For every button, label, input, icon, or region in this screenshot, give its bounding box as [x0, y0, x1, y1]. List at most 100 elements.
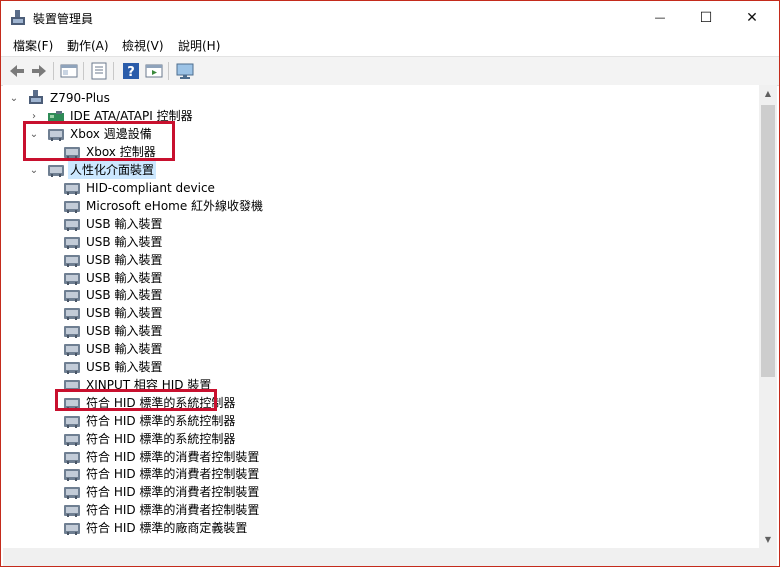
- close-button[interactable]: ✕: [729, 1, 775, 34]
- chevron-down-icon[interactable]: ⌄: [29, 165, 39, 176]
- tree-node-label: 人性化介面裝置: [68, 161, 157, 179]
- hid-device-icon: [64, 523, 80, 536]
- tree-node-hid-device[interactable]: USB 輸入裝置: [63, 322, 164, 340]
- hid-device-icon: [64, 487, 80, 500]
- run-icon[interactable]: [144, 61, 164, 81]
- details-icon[interactable]: [89, 61, 109, 81]
- window-title: 裝置管理員: [33, 12, 94, 26]
- tree-node-hid-device[interactable]: USB 輸入裝置: [63, 251, 164, 269]
- vertical-scrollbar[interactable]: ▲ ▼: [759, 85, 777, 548]
- tree-node-hid-device[interactable]: 符合 HID 標準的消費者控制裝置: [63, 483, 261, 501]
- hid-device-icon: [64, 308, 80, 321]
- tree-node-label: USB 輸入裝置: [86, 270, 163, 285]
- tree-node-root[interactable]: ⌄ Z790-Plus: [9, 89, 112, 107]
- forward-icon[interactable]: [29, 61, 49, 81]
- tree-node-label: USB 輸入裝置: [86, 306, 163, 321]
- tree-node-hid-device[interactable]: USB 輸入裝置: [63, 233, 164, 251]
- tree-node-hid-device[interactable]: Microsoft eHome 紅外線收發機: [63, 197, 265, 215]
- hid-device-icon: [64, 200, 80, 213]
- tree-node-label: USB 輸入裝置: [86, 216, 163, 231]
- toolbar: ?: [1, 56, 779, 86]
- tree-node-label: USB 輸入裝置: [86, 324, 163, 339]
- hid-device-icon: [64, 272, 80, 285]
- hid-device-icon: [64, 326, 80, 339]
- tree-node-hid-device[interactable]: 符合 HID 標準的消費者控制裝置: [63, 448, 261, 466]
- tree-node-hid-device[interactable]: USB 輸入裝置: [63, 304, 164, 322]
- hid-device-icon: [64, 433, 80, 446]
- tree-node-label: 符合 HID 標準的廠商定義裝置: [86, 521, 248, 536]
- tree-node-hid-device[interactable]: 符合 HID 標準的系統控制器: [63, 430, 237, 448]
- hid-device-icon: [64, 415, 80, 428]
- scrollbar-corner: [759, 548, 777, 566]
- tree-node-label: USB 輸入裝置: [86, 234, 163, 249]
- tree-node-hid-device[interactable]: USB 輸入裝置: [63, 340, 164, 358]
- hid-device-icon: [64, 505, 80, 518]
- menu-action[interactable]: 動作(A): [65, 37, 111, 54]
- highlight-box-xinput: [55, 389, 217, 411]
- close-icon: ✕: [746, 9, 758, 26]
- hid-device-icon: [64, 183, 80, 195]
- tree-node-hid-device[interactable]: 符合 HID 標準的系統控制器: [63, 412, 237, 430]
- tree-node-hid-device[interactable]: HID-compliant device: [63, 179, 217, 197]
- tree-node-label: USB 輸入裝置: [86, 360, 163, 374]
- tree-node-hid-device[interactable]: USB 輸入裝置: [63, 215, 164, 233]
- chevron-right-icon[interactable]: ›: [29, 111, 39, 122]
- maximize-button[interactable]: ☐: [683, 1, 729, 34]
- tree-node-label: HID-compliant device: [86, 181, 215, 195]
- svg-text:?: ?: [127, 65, 135, 80]
- tree-node-label: Microsoft eHome 紅外線收發機: [86, 198, 264, 213]
- tree-node-label: 符合 HID 標準的消費者控制裝置: [86, 485, 260, 500]
- tree-node-label: 符合 HID 標準的消費者控制裝置: [86, 449, 260, 464]
- tree-node-label: USB 輸入裝置: [86, 342, 163, 357]
- scroll-up-icon[interactable]: ▲: [759, 85, 777, 102]
- tree-node-hid-device[interactable]: 符合 HID 標準的廠商定義裝置: [63, 519, 249, 537]
- hid-device-icon: [64, 290, 80, 303]
- title-bar[interactable]: 裝置管理員 — ☐ ✕: [1, 1, 779, 34]
- toolbar-separator: [83, 62, 84, 80]
- maximize-icon: ☐: [699, 9, 713, 26]
- menu-view[interactable]: 檢視(V): [120, 37, 166, 54]
- scroll-down-icon[interactable]: ▼: [759, 531, 777, 548]
- menu-file[interactable]: 檔案(F): [11, 37, 55, 54]
- hid-device-icon: [64, 236, 80, 249]
- tree-node-label: 符合 HID 標準的消費者控制裝置: [86, 467, 260, 482]
- horizontal-scrollbar[interactable]: [3, 548, 759, 566]
- tree-node-label: USB 輸入裝置: [86, 252, 163, 267]
- scrollbar-thumb[interactable]: [761, 105, 775, 377]
- device-manager-icon: [11, 10, 25, 25]
- tree-node-label: 符合 HID 標準的消費者控制裝置: [86, 503, 260, 518]
- menu-help[interactable]: 說明(H): [176, 37, 222, 54]
- tree-node-label: 符合 HID 標準的系統控制器: [86, 413, 236, 428]
- monitor-icon[interactable]: [175, 61, 195, 81]
- device-manager-window: 裝置管理員 — ☐ ✕ 檔案(F) 動作(A) 檢視(V) 說明(H) ? ⌄ …: [0, 0, 780, 567]
- chevron-down-icon[interactable]: ⌄: [9, 93, 19, 104]
- hid-device-icon: [64, 362, 80, 374]
- tree-node-label: 符合 HID 標準的系統控制器: [86, 431, 236, 446]
- properties-panel-icon[interactable]: [59, 61, 79, 81]
- tree-node-hid-device[interactable]: USB 輸入裝置: [63, 358, 164, 376]
- tree-node-label: Z790-Plus: [50, 91, 110, 105]
- hid-device-icon: [64, 469, 80, 482]
- highlight-box-xbox: [23, 121, 175, 161]
- toolbar-separator: [53, 62, 54, 80]
- tree-node-hid-device[interactable]: 符合 HID 標準的消費者控制裝置: [63, 501, 261, 519]
- hid-device-icon: [64, 254, 80, 267]
- minimize-button[interactable]: —: [637, 1, 683, 34]
- computer-icon: [29, 90, 43, 104]
- minimize-icon: —: [654, 11, 666, 24]
- tree-node-hid-category[interactable]: ⌄ 人性化介面裝置: [29, 161, 157, 179]
- device-tree[interactable]: ⌄ Z790-Plus › IDE ATA/ATAPI 控制器 ⌄ Xbox 週…: [3, 85, 759, 548]
- back-icon[interactable]: [7, 61, 27, 81]
- help-icon[interactable]: ?: [121, 61, 141, 81]
- tree-node-hid-device[interactable]: USB 輸入裝置: [63, 286, 164, 304]
- menu-bar: 檔案(F) 動作(A) 檢視(V) 說明(H): [1, 34, 779, 56]
- tree-node-hid-device[interactable]: 符合 HID 標準的消費者控制裝置: [63, 465, 261, 483]
- toolbar-separator: [168, 62, 169, 80]
- hid-device-icon: [64, 451, 80, 464]
- hid-device-icon: [48, 165, 64, 177]
- toolbar-separator: [113, 62, 114, 80]
- hid-device-icon: [64, 218, 80, 231]
- tree-node-label: USB 輸入裝置: [86, 288, 163, 303]
- hid-device-icon: [64, 344, 80, 357]
- tree-node-hid-device[interactable]: USB 輸入裝置: [63, 269, 164, 287]
